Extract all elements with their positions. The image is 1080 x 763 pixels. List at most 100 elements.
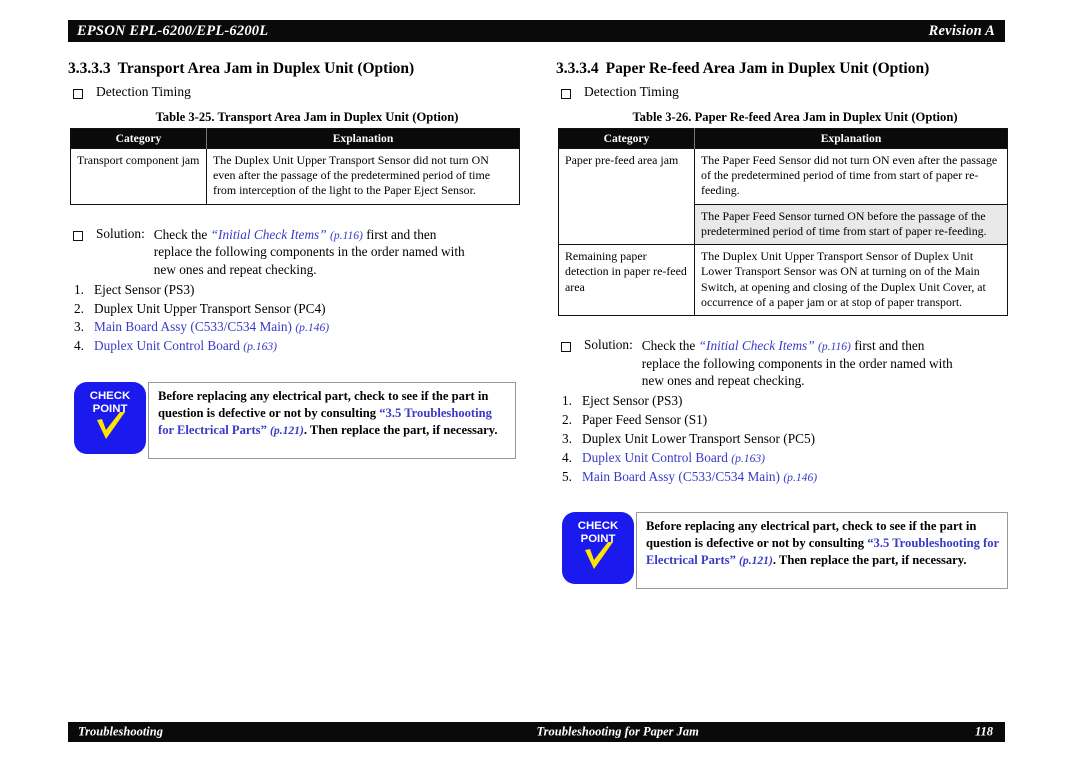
step-index: 1. xyxy=(74,281,84,297)
right-table-caption: Table 3-26. Paper Re-feed Area Jam in Du… xyxy=(632,109,958,124)
step-text: Duplex Unit Lower Transport Sensor (PC5) xyxy=(582,430,816,446)
right-row-category-2: Remaining paper detection in paper re-fe… xyxy=(558,244,695,317)
list-item: 5. Main Board Assy (C533/C534 Main) (p.14… xyxy=(556,468,1016,487)
right-table-header-category: Category xyxy=(558,128,695,149)
checkpoint-text-2: . Then replace the part, if necessary. xyxy=(772,552,967,567)
step-index: 2. xyxy=(562,411,572,427)
left-checkpoint: CHECK POINT Before replacing any electri… xyxy=(68,382,528,460)
badge-line-1: CHECK xyxy=(89,390,131,403)
left-row-explanation: The Duplex Unit Upper Transport Sensor d… xyxy=(206,147,520,205)
right-solution-label: Solution: xyxy=(584,337,633,353)
step-link-main-board-assy[interactable]: Main Board Assy (C533/C534 Main) xyxy=(582,469,780,484)
step-index: 3. xyxy=(74,319,84,335)
step-text: Eject Sensor (PS3) xyxy=(582,393,683,409)
page-footer: Troubleshooting Troubleshooting for Pape… xyxy=(68,722,1005,742)
step-text: Paper Feed Sensor (S1) xyxy=(582,411,708,427)
left-section-heading: 3.3.3.3 Transport Area Jam in Duplex Unit… xyxy=(68,60,528,77)
left-solution-steps: 1. Eject Sensor (PS3) 2. Duplex Unit Upper… xyxy=(68,281,528,357)
left-solution-text-1: Check the xyxy=(153,226,211,242)
step-text: Duplex Unit Upper Transport Sensor (PC4) xyxy=(94,300,326,316)
left-table-caption: Table 3-25. Transport Area Jam in Duplex… xyxy=(155,109,459,124)
right-section-title: Paper Re-feed Area Jam in Duplex Unit (O… xyxy=(605,60,930,77)
step-link-main-board-assy[interactable]: Main Board Assy (C533/C534 Main) xyxy=(94,319,292,334)
left-column: 3.3.3.3 Transport Area Jam in Duplex Unit… xyxy=(68,60,528,460)
step-index: 5. xyxy=(562,468,572,484)
list-item: 4. Duplex Unit Control Board (p.163) xyxy=(68,337,528,356)
checkbox-square-icon xyxy=(73,89,83,100)
list-item: 2. Duplex Unit Upper Transport Sensor (PC… xyxy=(68,300,528,319)
checkbox-square-icon xyxy=(561,342,571,353)
right-solution-text-1: Check the xyxy=(641,338,699,354)
left-solution-label: Solution: xyxy=(96,225,145,241)
footer-chapter-label: Troubleshooting xyxy=(78,724,163,739)
table-header-row: Category Explanation xyxy=(558,128,1008,149)
check-point-badge-icon: CHECK POINT xyxy=(562,512,634,585)
list-item: 2. Paper Feed Sensor (S1) xyxy=(556,411,1016,430)
table-row: Transport component jam The Duplex Unit … xyxy=(70,147,520,205)
page-header: EPSON EPL-6200/EPL-6200L Revision A xyxy=(68,20,1005,42)
list-item: 3. Main Board Assy (C533/C534 Main) (p.14… xyxy=(68,318,528,337)
step-index: 4. xyxy=(562,449,572,465)
right-row-explanation-3: The Duplex Unit Upper Transport Sensor o… xyxy=(694,244,1008,317)
link-initial-check-items-page[interactable]: (p.116) xyxy=(818,340,851,353)
right-column: 3.3.3.4 Paper Re-feed Area Jam in Duplex … xyxy=(556,60,1016,590)
right-jam-table: Category Explanation Paper pre-feed area… xyxy=(558,127,1008,317)
table-row: Paper pre-feed area jam The Paper Feed S… xyxy=(558,147,1008,246)
left-detection-timing-label: Detection Timing xyxy=(96,84,191,100)
right-table-header-explanation: Explanation xyxy=(694,128,1008,149)
list-item: 3. Duplex Unit Lower Transport Sensor (PC… xyxy=(556,430,1016,449)
right-detection-timing-label: Detection Timing xyxy=(584,84,679,100)
step-text: Eject Sensor (PS3) xyxy=(94,281,195,297)
left-solution-block: Solution: Check the “Initial Check Items… xyxy=(68,226,528,357)
step-index: 4. xyxy=(74,338,84,354)
right-checkpoint: CHECK POINT Before replacing any electri… xyxy=(556,512,1016,590)
link-initial-check-items[interactable]: “Initial Check Items” xyxy=(211,227,327,242)
link-troubleshooting-page[interactable]: (p.121) xyxy=(270,424,304,437)
left-checkpoint-text: Before replacing any electrical part, ch… xyxy=(148,382,516,460)
step-link-duplex-unit-control-board[interactable]: Duplex Unit Control Board xyxy=(582,450,728,465)
checkbox-square-icon xyxy=(561,89,571,100)
left-row-category: Transport component jam xyxy=(70,147,207,205)
right-row-category-1: Paper pre-feed area jam xyxy=(558,147,695,246)
left-section-title: Transport Area Jam in Duplex Unit (Optio… xyxy=(117,60,415,77)
header-revision-label: Revision A xyxy=(928,22,995,39)
checkmark-icon xyxy=(585,542,613,570)
right-section-number: 3.3.3.4 xyxy=(556,60,599,77)
table-row: Remaining paper detection in paper re-fe… xyxy=(558,244,1008,317)
checkbox-square-icon xyxy=(73,230,83,241)
step-index: 2. xyxy=(74,300,84,316)
badge-line-1: CHECK xyxy=(577,520,619,533)
right-row-explanation-2: The Paper Feed Sensor turned ON before t… xyxy=(694,203,1008,246)
step-link-page[interactable]: (p.146) xyxy=(783,471,817,484)
header-product-title: EPSON EPL-6200/EPL-6200L xyxy=(77,22,269,39)
right-checkpoint-text: Before replacing any electrical part, ch… xyxy=(636,512,1008,590)
link-initial-check-items[interactable]: “Initial Check Items” xyxy=(699,338,815,353)
step-index: 1. xyxy=(562,393,572,409)
right-solution-steps: 1. Eject Sensor (PS3) 2. Paper Feed Sensor… xyxy=(556,392,1016,486)
left-detection-timing-row: Detection Timing xyxy=(68,84,528,101)
right-solution-text: Check the “Initial Check Items” (p.116) … xyxy=(642,337,960,390)
link-troubleshooting-page[interactable]: (p.121) xyxy=(739,554,773,567)
check-point-badge-icon: CHECK POINT xyxy=(74,382,146,455)
step-index: 3. xyxy=(562,430,572,446)
left-solution-text: Check the “Initial Check Items” (p.116) … xyxy=(154,226,472,279)
left-table-header-category: Category xyxy=(70,128,207,149)
link-initial-check-items-page[interactable]: (p.116) xyxy=(330,229,363,242)
footer-page-number: 118 xyxy=(974,724,993,739)
left-table-header-explanation: Explanation xyxy=(206,128,520,149)
right-detection-timing-row: Detection Timing xyxy=(556,84,1016,101)
list-item: 4. Duplex Unit Control Board (p.163) xyxy=(556,449,1016,468)
list-item: 1. Eject Sensor (PS3) xyxy=(556,392,1016,411)
step-link-duplex-unit-control-board[interactable]: Duplex Unit Control Board xyxy=(94,338,240,353)
right-row-explanation-1: The Paper Feed Sensor did not turn ON ev… xyxy=(694,147,1008,205)
left-jam-table: Category Explanation Transport component… xyxy=(70,127,520,205)
right-solution-block: Solution: Check the “Initial Check Items… xyxy=(556,337,1016,486)
footer-section-label: Troubleshooting for Paper Jam xyxy=(536,724,699,739)
checkpoint-text-2: . Then replace the part, if necessary. xyxy=(303,422,498,437)
step-link-page[interactable]: (p.163) xyxy=(243,340,277,353)
step-link-page[interactable]: (p.146) xyxy=(295,321,329,334)
list-item: 1. Eject Sensor (PS3) xyxy=(68,281,528,300)
right-section-heading: 3.3.3.4 Paper Re-feed Area Jam in Duplex … xyxy=(556,60,1016,77)
left-section-number: 3.3.3.3 xyxy=(68,60,111,77)
step-link-page[interactable]: (p.163) xyxy=(731,452,765,465)
